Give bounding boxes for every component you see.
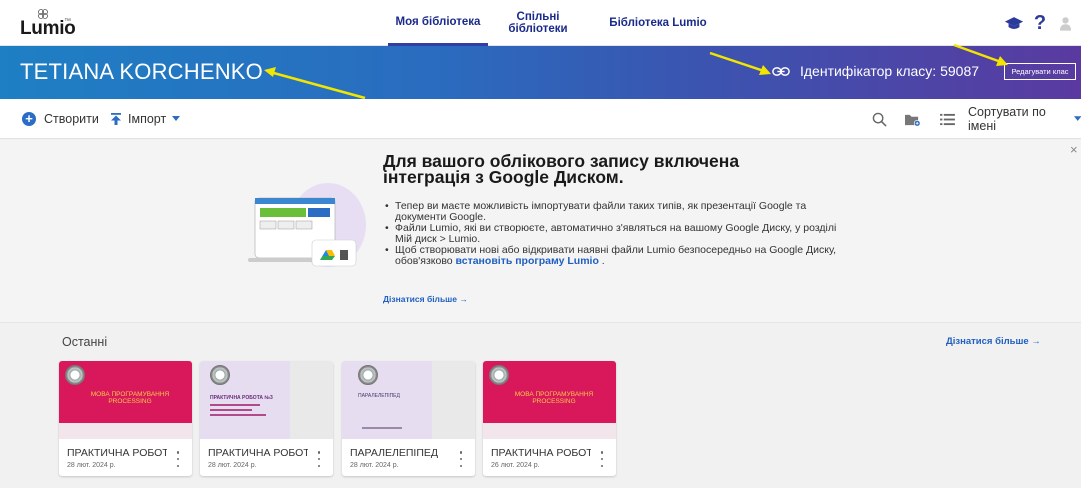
class-banner: TETIANA KORCHENKO Ідентифікатор класу: 5… xyxy=(0,46,1081,99)
plus-circle-icon: + xyxy=(22,112,36,126)
school-seal-icon xyxy=(358,365,378,385)
school-seal-icon xyxy=(65,365,85,385)
info-title: Для вашого облікового запису включена ін… xyxy=(383,151,740,187)
edit-class-button[interactable]: Редагувати клас xyxy=(1004,63,1076,80)
learn-more-link[interactable]: Дізнатися більше → xyxy=(383,294,468,304)
help-icon[interactable]: ? xyxy=(1033,11,1047,34)
file-thumbnail: ПРАКТИЧНА РОБОТА №3 xyxy=(200,361,333,439)
file-date: 28 лют. 2024 р. xyxy=(350,462,399,469)
tab-lumio-library[interactable]: Бібліотека Lumio xyxy=(603,0,713,46)
recent-file-card[interactable]: ПРАКТИЧНА РОБОТА №3 ПРАКТИЧНА РОБОТ... 2… xyxy=(200,361,333,476)
file-date: 28 лют. 2024 р. xyxy=(67,462,116,469)
recent-file-card[interactable]: МОВА ПРОГРАМУВАННЯ PROCESSING ПРАКТИЧНА … xyxy=(483,361,616,476)
link-icon xyxy=(772,66,790,76)
create-label: Створити xyxy=(44,112,99,126)
caret-down-icon xyxy=(1073,116,1081,121)
thumbnail-title: МОВА ПРОГРАМУВАННЯ PROCESSING xyxy=(514,391,594,405)
file-thumbnail: МОВА ПРОГРАМУВАННЯ PROCESSING xyxy=(483,361,616,439)
annotation-arrow-class-id xyxy=(709,51,771,75)
tab-shared-libraries[interactable]: Спільні бібліотеки xyxy=(498,0,578,46)
graduation-cap-icon[interactable] xyxy=(1003,13,1025,33)
upload-icon xyxy=(111,113,121,125)
annotation-arrow-edit-class xyxy=(953,43,1008,66)
more-options-icon[interactable] xyxy=(174,451,182,467)
file-thumbnail: МОВА ПРОГРАМУВАННЯ PROCESSING xyxy=(59,361,192,439)
create-button[interactable]: + Створити xyxy=(22,99,99,139)
tab-shared-libraries-label: Спільні бібліотеки xyxy=(508,11,568,35)
user-icon[interactable] xyxy=(1058,13,1072,33)
info-bullet-tail: . xyxy=(598,255,605,267)
more-options-icon[interactable] xyxy=(598,451,606,467)
recent-file-card[interactable]: ПАРАЛЕЛЕПІПЕД ПАРАЛЕЛЕПІПЕД 28 лют. 2024… xyxy=(342,361,475,476)
list-view-icon[interactable] xyxy=(938,110,956,128)
top-navigation-bar: Lumio ™ Моя бібліотека Спільні бібліотек… xyxy=(0,0,1081,46)
annotation-arrow-name xyxy=(264,67,366,100)
sort-label: Сортувати по імені xyxy=(968,105,1046,133)
info-bullet: Тепер ви маєте можливість імпортувати фа… xyxy=(385,201,855,223)
recent-file-card[interactable]: МОВА ПРОГРАМУВАННЯ PROCESSING ПРАКТИЧНА … xyxy=(59,361,192,476)
file-thumbnail: ПАРАЛЕЛЕПІПЕД xyxy=(342,361,475,439)
sort-dropdown[interactable]: Сортувати по імені xyxy=(968,99,1081,139)
thumbnail-title: ПАРАЛЕЛЕПІПЕД xyxy=(358,393,400,399)
info-bullet: Щоб створювати нові або відкривати наявн… xyxy=(385,245,855,267)
logo-trademark: ™ xyxy=(64,18,71,25)
search-icon[interactable] xyxy=(870,110,888,128)
school-seal-icon xyxy=(489,365,509,385)
recent-learn-more-link[interactable]: Дізнатися більше → xyxy=(946,336,1041,347)
lumio-logo[interactable]: Lumio ™ xyxy=(20,8,80,39)
file-date: 28 лют. 2024 р. xyxy=(208,462,257,469)
caret-down-icon xyxy=(172,116,181,121)
google-drive-illustration xyxy=(248,183,366,267)
class-id: Ідентифікатор класу: 59087 xyxy=(772,63,979,79)
tab-my-library-label: Моя бібліотека xyxy=(395,15,481,28)
thumbnail-title: ПРАКТИЧНА РОБОТА №3 xyxy=(210,395,273,401)
file-title: ПРАКТИЧНА РОБОТ... xyxy=(208,447,308,459)
thumbnail-title: МОВА ПРОГРАМУВАННЯ PROCESSING xyxy=(90,391,170,405)
file-title: ПАРАЛЕЛЕПІПЕД xyxy=(350,447,438,459)
teacher-name: TETIANA KORCHENKO xyxy=(20,59,263,84)
install-lumio-link[interactable]: встановіть програму Lumio xyxy=(456,255,599,267)
file-title: ПРАКТИЧНА РОБОТ... xyxy=(491,447,591,459)
library-toolbar: + Створити Імпорт Сортувати по імені xyxy=(0,99,1081,139)
more-options-icon[interactable] xyxy=(457,451,465,467)
info-bullet-list: Тепер ви маєте можливість імпортувати фа… xyxy=(385,201,855,267)
close-icon[interactable]: × xyxy=(1070,142,1078,157)
import-label: Імпорт xyxy=(128,112,167,126)
info-bullet: Файли Lumio, які ви створюєте, автоматич… xyxy=(385,223,855,245)
file-date: 26 лют. 2024 р. xyxy=(491,462,540,469)
more-options-icon[interactable] xyxy=(315,451,323,467)
help-symbol: ? xyxy=(1033,11,1047,34)
school-seal-icon xyxy=(210,365,230,385)
import-button[interactable]: Імпорт xyxy=(110,99,181,139)
new-folder-icon[interactable] xyxy=(903,110,921,128)
tab-lumio-library-label: Бібліотека Lumio xyxy=(609,17,707,29)
recent-section-title: Останні xyxy=(62,335,108,349)
tab-my-library[interactable]: Моя бібліотека xyxy=(388,0,488,46)
file-title: ПРАКТИЧНА РОБОТ... xyxy=(67,447,167,459)
